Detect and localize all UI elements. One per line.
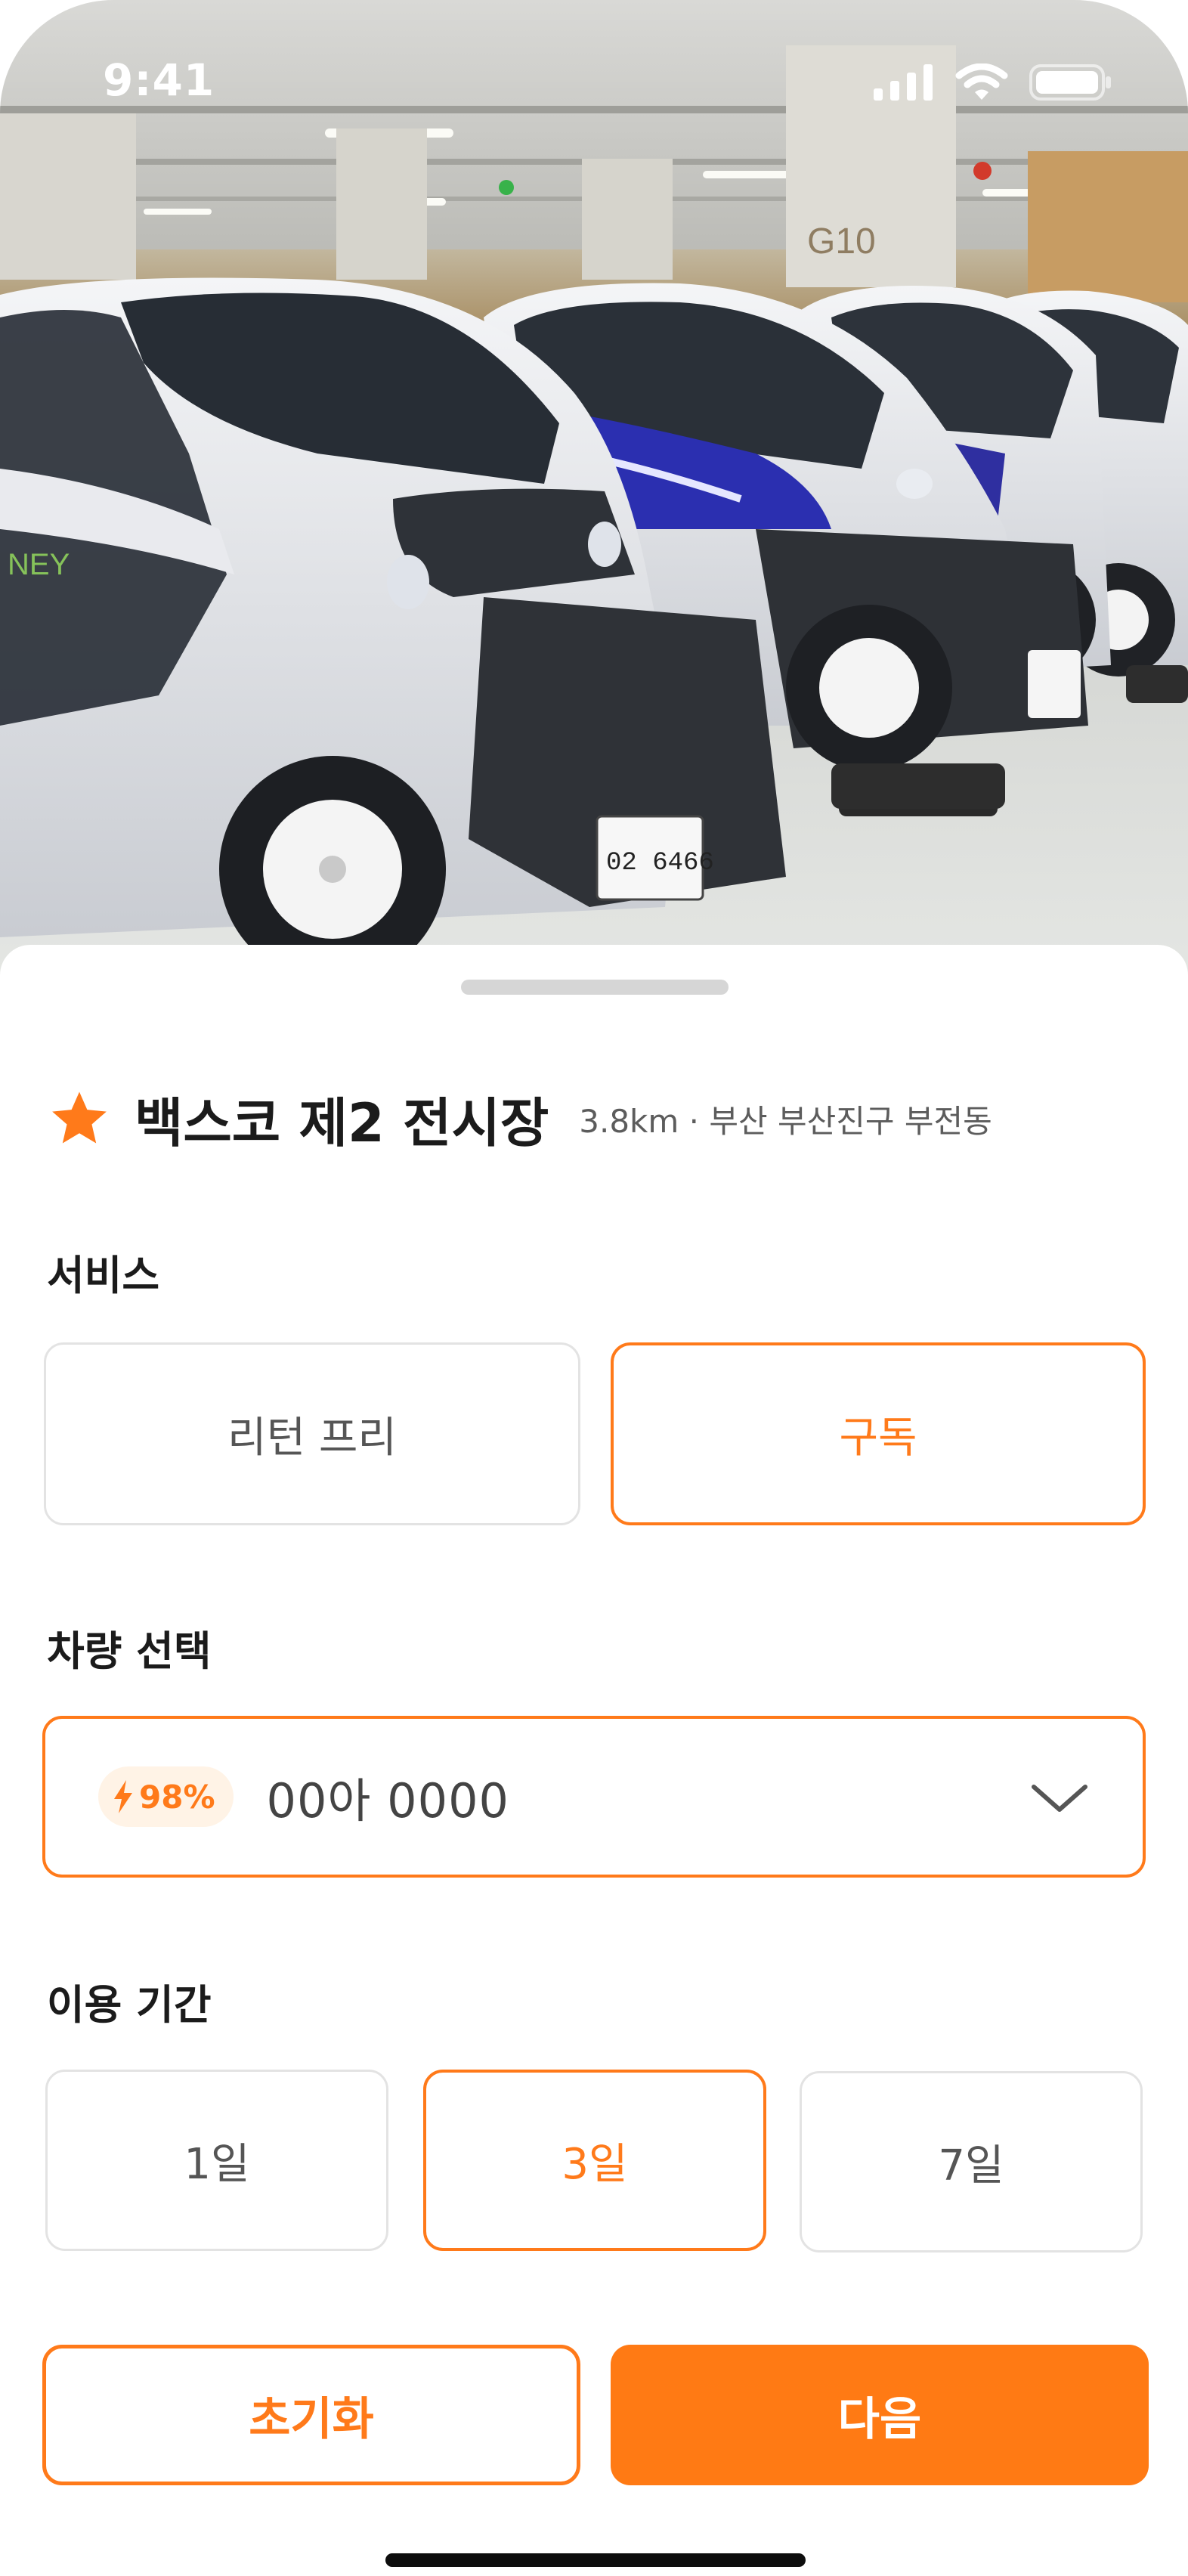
next-button[interactable]: 다음 [611,2345,1149,2485]
home-indicator [385,2553,806,2567]
period-label: 이용 기간 [47,1981,212,2029]
vehicle-plate: 00아 0000 [266,1773,509,1828]
svg-text:NEY: NEY [8,548,70,581]
period-option-7-day[interactable]: 7일 [800,2071,1143,2252]
signal-icon [874,64,933,101]
svg-text:02 6466: 02 6466 [606,849,714,878]
battery-icon [1029,64,1111,101]
phone-screen: G10 NEY 02 6466 9:41 백스코 제2 전시장 3.8km · … [0,0,1188,2576]
status-bar: 9:41 [0,0,1188,151]
station-title-row: 백스코 제2 전시장 3.8km · 부산 부산진구 부전동 [47,1081,1158,1157]
star-icon[interactable] [47,1087,112,1152]
bottom-sheet: 백스코 제2 전시장 3.8km · 부산 부산진구 부전동 서비스 리턴 프리… [0,945,1188,2576]
service-label: 서비스 [47,1252,160,1299]
station-meta: 3.8km · 부산 부산진구 부전동 [579,1103,992,1140]
service-option-return-free[interactable]: 리턴 프리 [44,1342,580,1525]
period-option-1-day[interactable]: 1일 [45,2070,388,2251]
reset-button[interactable]: 초기화 [42,2345,580,2485]
bolt-icon [114,1780,132,1813]
vehicle-label: 차량 선택 [47,1627,212,1675]
svg-text:G10: G10 [807,221,876,262]
status-icons [874,63,1112,101]
battery-level: 98% [139,1778,215,1816]
sheet-grabber-handle[interactable] [461,980,729,995]
period-option-3-day[interactable]: 3일 [423,2070,766,2251]
service-option-subscription[interactable]: 구독 [611,1342,1146,1525]
wifi-icon [955,63,1008,100]
battery-badge: 98% [98,1766,234,1827]
station-name: 백스코 제2 전시장 [135,1092,549,1154]
vehicle-select[interactable]: 98% 00아 0000 [42,1716,1146,1878]
chevron-down-icon [1032,1785,1087,1812]
status-time: 9:41 [103,54,215,106]
